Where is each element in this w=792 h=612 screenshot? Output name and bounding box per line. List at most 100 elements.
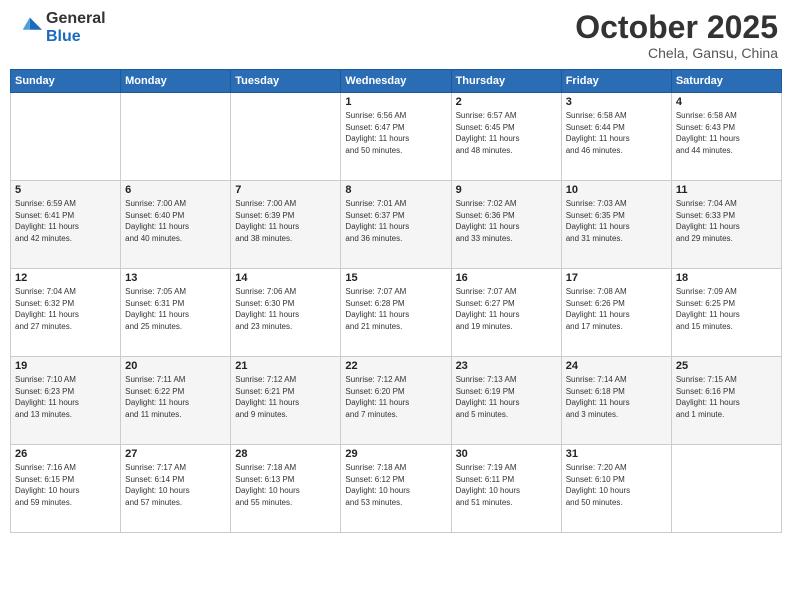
calendar-cell: 13Sunrise: 7:05 AM Sunset: 6:31 PM Dayli…	[121, 269, 231, 357]
calendar-cell: 3 Sunrise: 6:58 AM Sunset: 6:44 PM Daylig…	[561, 93, 671, 181]
week-row-1: 5Sunrise: 6:59 AM Sunset: 6:41 PM Daylig…	[11, 181, 782, 269]
calendar-cell: 4 Sunrise: 6:58 AM Sunset: 6:43 PM Daylig…	[671, 93, 781, 181]
page: General Blue October 2025 Chela, Gansu, …	[0, 0, 792, 612]
day-number: 7	[235, 184, 336, 196]
day-number: 25	[676, 360, 777, 372]
calendar-cell: 31Sunrise: 7:20 AM Sunset: 6:10 PM Dayli…	[561, 445, 671, 533]
calendar-cell: 2 Sunrise: 6:57 AM Sunset: 6:45 PM Daylig…	[451, 93, 561, 181]
day-info: Sunrise: 7:18 AM Sunset: 6:12 PM Dayligh…	[345, 462, 446, 508]
logo-general: General	[46, 10, 106, 28]
calendar-cell: 9 Sunrise: 7:02 AM Sunset: 6:36 PM Daylig…	[451, 181, 561, 269]
calendar-cell	[671, 445, 781, 533]
day-number: 12	[15, 272, 116, 284]
day-info: Sunrise: 7:15 AM Sunset: 6:16 PM Dayligh…	[676, 374, 777, 420]
day-info: Sunrise: 7:17 AM Sunset: 6:14 PM Dayligh…	[125, 462, 226, 508]
day-info: Sunrise: 7:18 AM Sunset: 6:13 PM Dayligh…	[235, 462, 336, 508]
day-info: Sunrise: 7:08 AM Sunset: 6:26 PM Dayligh…	[566, 286, 667, 332]
day-info: Sunrise: 6:58 AM Sunset: 6:43 PM Dayligh…	[676, 110, 777, 156]
day-number: 27	[125, 448, 226, 460]
calendar-cell: 19 Sunrise: 7:10 AM Sunset: 6:23 PM Dayli…	[11, 357, 121, 445]
day-number: 20	[125, 360, 226, 372]
day-number: 28	[235, 448, 336, 460]
day-info: Sunrise: 7:14 AM Sunset: 6:18 PM Dayligh…	[566, 374, 667, 420]
calendar-cell: 28 Sunrise: 7:18 AM Sunset: 6:13 PM Dayli…	[231, 445, 341, 533]
day-info: Sunrise: 7:10 AM Sunset: 6:23 PM Dayligh…	[15, 374, 116, 420]
day-number: 13	[125, 272, 226, 284]
day-info: Sunrise: 7:19 AM Sunset: 6:11 PM Dayligh…	[456, 462, 557, 508]
calendar-cell: 14Sunrise: 7:06 AM Sunset: 6:30 PM Dayli…	[231, 269, 341, 357]
day-info: Sunrise: 7:13 AM Sunset: 6:19 PM Dayligh…	[456, 374, 557, 420]
calendar-cell: 15 Sunrise: 7:07 AM Sunset: 6:28 PM Dayli…	[341, 269, 451, 357]
day-info: Sunrise: 6:59 AM Sunset: 6:41 PM Dayligh…	[15, 198, 116, 244]
calendar-cell: 10Sunrise: 7:03 AM Sunset: 6:35 PM Dayli…	[561, 181, 671, 269]
week-row-0: 1 Sunrise: 6:56 AM Sunset: 6:47 PM Daylig…	[11, 93, 782, 181]
header: General Blue October 2025 Chela, Gansu, …	[10, 10, 782, 61]
day-number: 3	[566, 96, 667, 108]
calendar-cell: 30 Sunrise: 7:19 AM Sunset: 6:11 PM Dayli…	[451, 445, 561, 533]
col-thursday: Thursday	[451, 70, 561, 93]
week-row-4: 26 Sunrise: 7:16 AM Sunset: 6:15 PM Dayli…	[11, 445, 782, 533]
location: Chela, Gansu, China	[575, 45, 778, 61]
day-info: Sunrise: 6:56 AM Sunset: 6:47 PM Dayligh…	[345, 110, 446, 156]
calendar-cell: 5Sunrise: 6:59 AM Sunset: 6:41 PM Daylig…	[11, 181, 121, 269]
day-info: Sunrise: 7:20 AM Sunset: 6:10 PM Dayligh…	[566, 462, 667, 508]
calendar-header-row: Sunday Monday Tuesday Wednesday Thursday…	[11, 70, 782, 93]
calendar-cell: 26 Sunrise: 7:16 AM Sunset: 6:15 PM Dayli…	[11, 445, 121, 533]
title-block: October 2025 Chela, Gansu, China	[575, 10, 778, 61]
day-number: 1	[345, 96, 446, 108]
day-info: Sunrise: 6:58 AM Sunset: 6:44 PM Dayligh…	[566, 110, 667, 156]
day-info: Sunrise: 6:57 AM Sunset: 6:45 PM Dayligh…	[456, 110, 557, 156]
col-saturday: Saturday	[671, 70, 781, 93]
day-number: 16	[456, 272, 557, 284]
logo-text: General Blue	[46, 10, 106, 45]
col-friday: Friday	[561, 70, 671, 93]
calendar-table: Sunday Monday Tuesday Wednesday Thursday…	[10, 69, 782, 533]
day-number: 22	[345, 360, 446, 372]
day-number: 19	[15, 360, 116, 372]
day-number: 2	[456, 96, 557, 108]
calendar-cell: 21 Sunrise: 7:12 AM Sunset: 6:21 PM Dayli…	[231, 357, 341, 445]
calendar-cell: 11Sunrise: 7:04 AM Sunset: 6:33 PM Dayli…	[671, 181, 781, 269]
day-number: 21	[235, 360, 336, 372]
day-info: Sunrise: 7:02 AM Sunset: 6:36 PM Dayligh…	[456, 198, 557, 244]
calendar-cell	[231, 93, 341, 181]
month-title: October 2025	[575, 10, 778, 45]
day-info: Sunrise: 7:09 AM Sunset: 6:25 PM Dayligh…	[676, 286, 777, 332]
day-info: Sunrise: 7:03 AM Sunset: 6:35 PM Dayligh…	[566, 198, 667, 244]
day-info: Sunrise: 7:12 AM Sunset: 6:21 PM Dayligh…	[235, 374, 336, 420]
day-number: 26	[15, 448, 116, 460]
calendar-cell: 22Sunrise: 7:12 AM Sunset: 6:20 PM Dayli…	[341, 357, 451, 445]
day-info: Sunrise: 7:00 AM Sunset: 6:39 PM Dayligh…	[235, 198, 336, 244]
week-row-2: 12 Sunrise: 7:04 AM Sunset: 6:32 PM Dayli…	[11, 269, 782, 357]
logo-blue: Blue	[46, 28, 106, 46]
calendar-cell: 1 Sunrise: 6:56 AM Sunset: 6:47 PM Daylig…	[341, 93, 451, 181]
calendar-cell: 7 Sunrise: 7:00 AM Sunset: 6:39 PM Daylig…	[231, 181, 341, 269]
day-number: 17	[566, 272, 667, 284]
day-info: Sunrise: 7:00 AM Sunset: 6:40 PM Dayligh…	[125, 198, 226, 244]
day-number: 9	[456, 184, 557, 196]
day-number: 14	[235, 272, 336, 284]
calendar-cell	[11, 93, 121, 181]
day-number: 24	[566, 360, 667, 372]
day-info: Sunrise: 7:04 AM Sunset: 6:33 PM Dayligh…	[676, 198, 777, 244]
calendar-cell	[121, 93, 231, 181]
day-info: Sunrise: 7:07 AM Sunset: 6:28 PM Dayligh…	[345, 286, 446, 332]
week-row-3: 19 Sunrise: 7:10 AM Sunset: 6:23 PM Dayli…	[11, 357, 782, 445]
calendar-cell: 6 Sunrise: 7:00 AM Sunset: 6:40 PM Daylig…	[121, 181, 231, 269]
day-number: 29	[345, 448, 446, 460]
day-info: Sunrise: 7:04 AM Sunset: 6:32 PM Dayligh…	[15, 286, 116, 332]
col-sunday: Sunday	[11, 70, 121, 93]
calendar-cell: 17 Sunrise: 7:08 AM Sunset: 6:26 PM Dayli…	[561, 269, 671, 357]
calendar-cell: 24 Sunrise: 7:14 AM Sunset: 6:18 PM Dayli…	[561, 357, 671, 445]
day-info: Sunrise: 7:16 AM Sunset: 6:15 PM Dayligh…	[15, 462, 116, 508]
day-number: 18	[676, 272, 777, 284]
day-number: 6	[125, 184, 226, 196]
day-number: 15	[345, 272, 446, 284]
day-info: Sunrise: 7:07 AM Sunset: 6:27 PM Dayligh…	[456, 286, 557, 332]
col-wednesday: Wednesday	[341, 70, 451, 93]
calendar-cell: 29 Sunrise: 7:18 AM Sunset: 6:12 PM Dayli…	[341, 445, 451, 533]
day-info: Sunrise: 7:11 AM Sunset: 6:22 PM Dayligh…	[125, 374, 226, 420]
day-info: Sunrise: 7:01 AM Sunset: 6:37 PM Dayligh…	[345, 198, 446, 244]
day-number: 4	[676, 96, 777, 108]
day-number: 30	[456, 448, 557, 460]
